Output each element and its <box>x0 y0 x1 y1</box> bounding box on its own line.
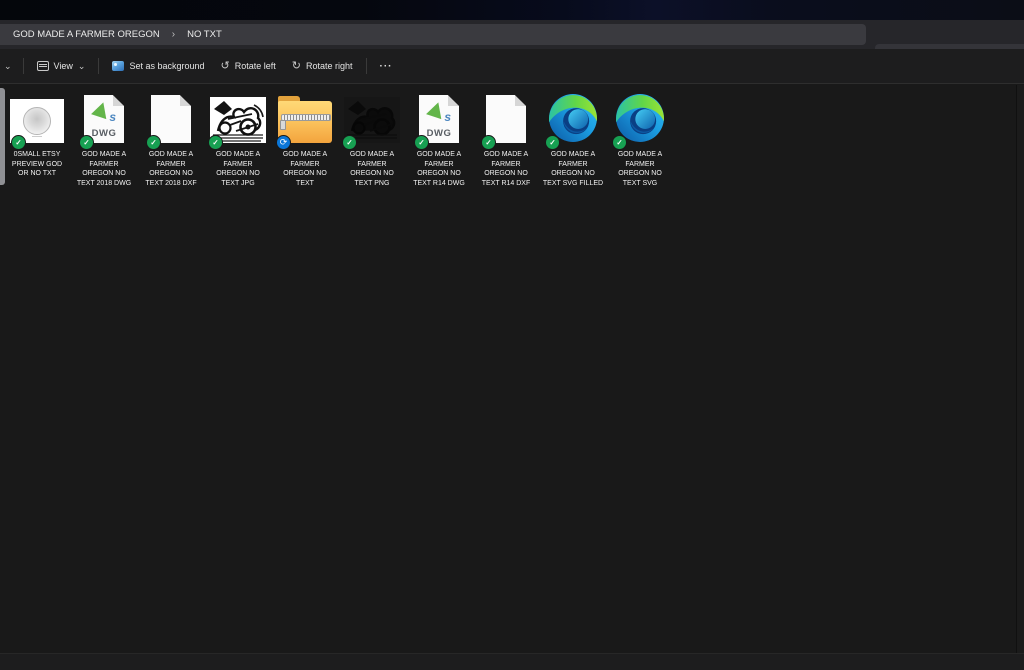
zipper-pull <box>280 120 286 130</box>
breadcrumb-item-current[interactable]: NO TXT <box>181 29 228 40</box>
file-tile[interactable]: ✓ GOD MADE A FARMER OREGON NO TEXT SVG <box>609 93 671 188</box>
address-bar[interactable]: › GOD MADE A FARMER OREGON › NO TXT <box>0 24 866 45</box>
toolbar-divider <box>23 58 24 74</box>
synced-status-badge: ✓ <box>146 135 161 150</box>
set-as-background-label: Set as background <box>129 61 204 71</box>
see-more-button[interactable]: ··· <box>372 56 401 77</box>
image-icon <box>112 61 124 71</box>
breadcrumb-item-folder[interactable]: GOD MADE A FARMER OREGON <box>7 29 166 40</box>
file-label: GOD MADE A FARMER OREGON NO TEXT 2018 DX… <box>139 150 203 188</box>
toolbar-divider <box>366 58 367 74</box>
draftsight-logo: s <box>426 102 452 122</box>
rotate-right-button[interactable]: ↻ Rotate right <box>284 56 361 76</box>
file-label: GOD MADE A FARMER OREGON NO TEXT R14 DXF <box>474 150 538 188</box>
file-label: GOD MADE A FARMER OREGON NO TEXT <box>273 150 337 188</box>
synced-status-badge: ✓ <box>612 135 627 150</box>
rotate-left-button[interactable]: ↺ Rotate left <box>213 56 284 76</box>
synced-status-badge: ✓ <box>545 135 560 150</box>
synced-status-badge: ✓ <box>481 135 496 150</box>
synced-status-badge: ✓ <box>11 135 26 150</box>
file-tile[interactable]: s DWG ✓ GOD MADE A FARMER OREGON NO TEXT… <box>408 93 470 188</box>
view-icon <box>37 61 49 71</box>
toolbar-overflow-chevron-icon[interactable]: ⌄ <box>0 56 18 77</box>
rotate-left-icon: ↺ <box>221 61 230 71</box>
page-fold <box>515 95 526 106</box>
stamp-artwork <box>23 107 51 135</box>
file-label: GOD MADE A FARMER OREGON NO TEXT 2018 DW… <box>72 150 136 188</box>
file-tile[interactable]: ✓ GOD MADE A FARMER OREGON NO TEXT SVG F… <box>542 93 604 188</box>
set-as-background-button[interactable]: Set as background <box>104 56 212 76</box>
dwg-label: DWG <box>427 128 452 139</box>
titlebar-strip <box>0 0 1024 20</box>
file-tile[interactable]: ✓ GOD MADE A FARMER OREGON NO TEXT 2018 … <box>140 93 202 188</box>
vertical-scrollbar-track[interactable] <box>1016 85 1024 653</box>
rotate-left-label: Rotate left <box>235 61 276 71</box>
toolbar-divider <box>98 58 99 74</box>
synced-status-badge: ✓ <box>414 135 429 150</box>
file-label: 0SMALL ETSY PREVIEW GOD OR NO TXT <box>5 150 69 179</box>
chevron-right-icon[interactable]: › <box>0 29 7 40</box>
address-bar-row: › GOD MADE A FARMER OREGON › NO TXT <box>0 20 1024 49</box>
draftsight-logo: s <box>91 102 117 122</box>
file-grid: ✓ 0SMALL ETSY PREVIEW GOD OR NO TXT s DW… <box>6 93 676 188</box>
synced-status-badge: ✓ <box>342 135 357 150</box>
breadcrumb-separator-icon[interactable]: › <box>166 29 181 40</box>
file-label: GOD MADE A FARMER OREGON NO TEXT SVG <box>608 150 672 188</box>
rotate-right-icon: ↻ <box>292 61 301 71</box>
synced-status-badge: ✓ <box>208 135 223 150</box>
file-list-area[interactable]: ✓ 0SMALL ETSY PREVIEW GOD OR NO TXT s DW… <box>0 85 1024 653</box>
file-tile[interactable]: ✓ GOD MADE A FARMER OREGON NO TEXT JPG <box>207 93 269 188</box>
view-button-label: View <box>54 61 73 71</box>
file-tile[interactable]: ⟳ GOD MADE A FARMER OREGON NO TEXT <box>274 93 336 188</box>
view-button[interactable]: View ⌄ <box>29 56 94 77</box>
file-tile[interactable]: ✓ GOD MADE A FARMER OREGON NO TEXT R14 D… <box>475 93 537 188</box>
stamp-caption <box>32 136 42 137</box>
file-tile[interactable]: ✓ 0SMALL ETSY PREVIEW GOD OR NO TXT <box>6 93 68 179</box>
synced-status-badge: ✓ <box>79 135 94 150</box>
status-bar <box>0 653 1024 670</box>
toolbar: ⌄ View ⌄ Set as background ↺ Rotate left… <box>0 49 1024 84</box>
syncing-status-badge: ⟳ <box>276 135 291 150</box>
file-label: GOD MADE A FARMER OREGON NO TEXT SVG FIL… <box>541 150 605 188</box>
file-tile[interactable]: s DWG ✓ GOD MADE A FARMER OREGON NO TEXT… <box>73 93 135 188</box>
file-tile[interactable]: ✓ GOD MADE A FARMER OREGON NO TEXT PNG <box>341 93 403 188</box>
page-fold <box>180 95 191 106</box>
chevron-down-icon: ⌄ <box>78 61 86 72</box>
dwg-label: DWG <box>92 128 117 139</box>
zipper <box>281 114 331 121</box>
file-label: GOD MADE A FARMER OREGON NO TEXT PNG <box>340 150 404 188</box>
rotate-right-label: Rotate right <box>306 61 353 71</box>
file-label: GOD MADE A FARMER OREGON NO TEXT R14 DWG <box>407 150 471 188</box>
file-label: GOD MADE A FARMER OREGON NO TEXT JPG <box>206 150 270 188</box>
